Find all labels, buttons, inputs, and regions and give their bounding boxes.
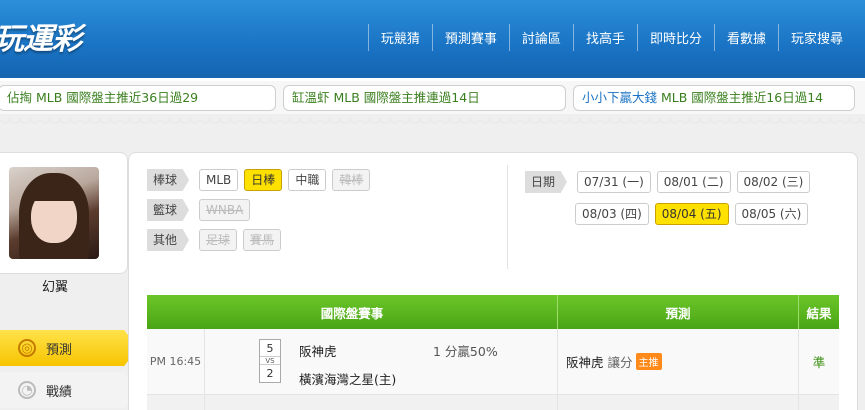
ticker-user: 佔掏: [7, 90, 33, 105]
team-away: 阪神虎: [299, 344, 337, 359]
target-icon: ◎: [18, 339, 36, 357]
team-home: 橫濱海灣之星(主): [299, 372, 397, 387]
sidebar-item-label: 戰績: [46, 384, 73, 400]
ticker-user: 缸溫虾: [292, 90, 330, 105]
nav-item-quiz[interactable]: 玩競猜: [367, 24, 432, 51]
date-row: 08/03 (四) 08/04 (五) 08/05 (六): [525, 203, 816, 225]
game-cell: 5 VS 2 阪神虎 橫濱海灣之星(主) 1 分贏50%: [205, 329, 558, 394]
game-time: PM 16:45: [147, 329, 205, 394]
filter-row-other: 其他 足球 賽馬: [147, 229, 376, 251]
main-nav: 玩競猜 預測賽事 討論區 找高手 即時比分 看數據 玩家搜尋: [367, 24, 855, 51]
date-chip[interactable]: 08/03 (四): [575, 203, 649, 225]
prediction-cell: 阪神虎 讓分 主推: [558, 329, 799, 394]
filter-row-baseball: 棒球 MLB 日棒 中職 韓棒: [147, 169, 376, 191]
header-result: 結果: [806, 305, 832, 321]
date-row: 日期 07/31 (一) 08/01 (二) 08/02 (三): [525, 171, 816, 193]
sidebar-item-predict[interactable]: ◎ 預測: [0, 330, 138, 366]
result-cell: 準: [812, 355, 826, 370]
filter-row-basketball: 籃球 WNBA: [147, 199, 376, 221]
date-chip[interactable]: 08/01 (二): [656, 171, 731, 193]
header-game: 國際盤賽事: [147, 295, 558, 329]
score-team2: 2: [266, 367, 274, 380]
ticker-text: MLB 國際盤主推連過14日: [329, 90, 480, 105]
ticker-bar: 佔掏 MLB 國際盤主推近36日過29 缸溫虾 MLB 國際盤主推連過14日 小…: [0, 78, 865, 114]
chip-horse-racing: 賽馬: [243, 229, 282, 251]
ticker-user: 小小下贏大錢: [582, 90, 658, 105]
chip-wnba: WNBA: [199, 199, 251, 221]
date-chip-selected[interactable]: 08/04 (五): [654, 203, 729, 225]
nav-item-live-score[interactable]: 即時比分: [636, 24, 714, 51]
sidebar-item-record[interactable]: ◔ 戰績: [0, 372, 128, 408]
chip-soccer: 足球: [199, 229, 238, 251]
score-team1: 5: [260, 340, 280, 357]
scorebox: 5 VS 2: [259, 339, 281, 383]
filter-tag: 棒球: [147, 169, 190, 191]
date-chip[interactable]: 08/02 (三): [736, 171, 811, 193]
chip-npb[interactable]: 日棒: [244, 169, 283, 191]
table-row[interactable]: [147, 395, 839, 410]
ticker-item[interactable]: 小小下贏大錢 MLB 國際盤主推近16日過14: [573, 85, 855, 111]
site-header: 玩運彩 玩競猜 預測賽事 討論區 找高手 即時比分 看數據 玩家搜尋: [0, 0, 865, 78]
date-filters: 日期 07/31 (一) 08/01 (二) 08/02 (三) 08/03 (…: [525, 171, 816, 235]
profile-card: [0, 152, 128, 274]
nav-item-stats[interactable]: 看數據: [713, 24, 778, 51]
date-chip[interactable]: 08/05 (六): [734, 203, 809, 225]
decorative-divider: [0, 118, 865, 128]
filter-tag: 其他: [147, 229, 190, 251]
predicted-team: 阪神虎: [566, 355, 604, 370]
avatar-bangs: [33, 177, 77, 201]
nav-item-player-search[interactable]: 玩家搜尋: [777, 24, 855, 51]
chip-mlb[interactable]: MLB: [199, 169, 239, 191]
table-header: 國際盤賽事 預測 結果: [147, 295, 839, 329]
side-menu: ◎ 預測 ◔ 戰績: [0, 330, 138, 408]
profile-name: 幻翼: [41, 280, 68, 295]
main-pick-badge: 主推: [635, 353, 662, 370]
date-chip[interactable]: 07/31 (一): [577, 171, 651, 193]
filter-tag: 籃球: [147, 199, 190, 221]
main-panel: 棒球 MLB 日棒 中職 韓棒 籃球 WNBA 其他 足球 賽馬 日期 07/3…: [128, 152, 858, 410]
chip-kbo: 韓棒: [332, 169, 371, 191]
nav-item-experts[interactable]: 找高手: [572, 24, 637, 51]
ticker-text: MLB 國際盤主推近36日過29: [32, 90, 199, 105]
ticker-item[interactable]: 佔掏 MLB 國際盤主推近36日過29: [0, 85, 276, 111]
prediction-type: 讓分: [607, 355, 633, 370]
avatar[interactable]: [9, 167, 99, 259]
nav-item-forum[interactable]: 討論區: [508, 24, 573, 51]
sport-filters: 棒球 MLB 日棒 中職 韓棒 籃球 WNBA 其他 足球 賽馬: [147, 169, 376, 259]
record-icon: ◔: [18, 381, 36, 399]
vs-label: VS: [260, 357, 280, 365]
sidebar-item-label: 預測: [46, 342, 73, 358]
chip-cpbl[interactable]: 中職: [288, 169, 327, 191]
nav-item-predict[interactable]: 預測賽事: [431, 24, 509, 51]
ticker-text: MLB 國際盤主推近16日過14: [657, 90, 824, 105]
date-tag: 日期: [525, 171, 568, 193]
filter-divider: [507, 165, 508, 269]
table-row[interactable]: PM 16:45 5 VS 2 阪神虎 橫濱海灣之星(主) 1 分贏50% 阪神…: [147, 329, 839, 395]
header-prediction: 預測: [558, 295, 799, 329]
odds: 1 分贏50%: [433, 344, 498, 359]
site-logo[interactable]: 玩運彩: [0, 14, 82, 58]
ticker-item[interactable]: 缸溫虾 MLB 國際盤主推連過14日: [283, 85, 566, 111]
prediction-table: 國際盤賽事 預測 結果 PM 16:45 5 VS 2 阪神虎 橫濱海灣之星(主…: [147, 295, 839, 410]
